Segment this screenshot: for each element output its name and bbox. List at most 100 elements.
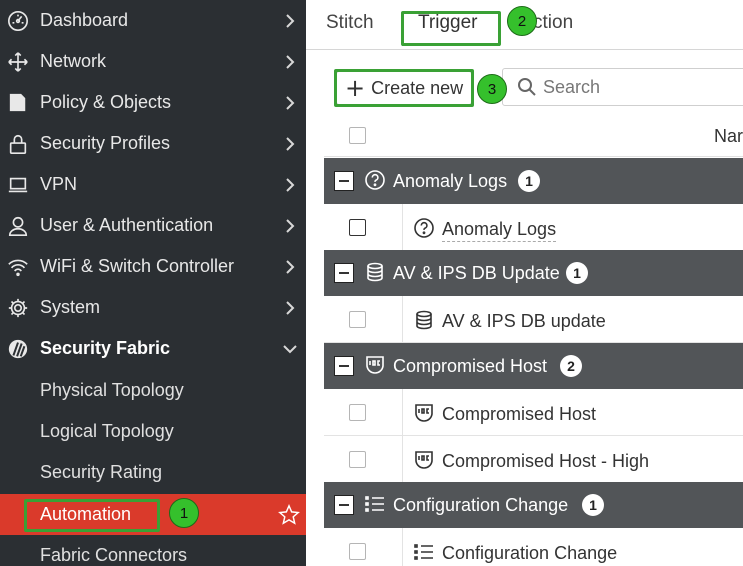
sub-item-label: Security Rating: [40, 462, 163, 482]
column-divider: [402, 296, 403, 343]
nav-item-network[interactable]: Network: [0, 41, 306, 82]
row-label[interactable]: Configuration Change: [442, 543, 617, 564]
network-move-icon: [6, 50, 30, 74]
group-label: Anomaly Logs: [393, 171, 508, 191]
create-new-label: Create new: [371, 77, 464, 98]
nav-item-security-profiles[interactable]: Security Profiles: [0, 123, 306, 164]
ioc-shield-icon: [413, 402, 435, 424]
tab-active-indicator: [402, 43, 500, 46]
nav-item-wifi-switch[interactable]: WiFi & Switch Controller: [0, 246, 306, 287]
nav-item-security-fabric[interactable]: Security Fabric: [0, 328, 306, 369]
gear-icon: [6, 296, 30, 320]
nav-label: Network: [40, 51, 107, 71]
callout-badge: 2: [507, 6, 537, 36]
tab-action[interactable]: ction: [533, 12, 573, 34]
chevron-down-icon: [282, 341, 298, 357]
collapse-toggle[interactable]: [334, 356, 354, 376]
row-label[interactable]: Compromised Host - High: [442, 451, 649, 472]
group-row-compromised-host[interactable]: Compromised Host 2: [324, 343, 743, 389]
group-row-anomaly-logs[interactable]: Anomaly Logs 1: [324, 158, 743, 204]
tab-trigger[interactable]: Trigger: [418, 12, 477, 34]
sub-item-automation[interactable]: Automation: [0, 494, 306, 535]
ioc-shield-icon: [364, 354, 386, 376]
nav-label: Security Fabric: [40, 338, 171, 358]
user-icon: [6, 214, 30, 238]
row-label[interactable]: AV & IPS DB update: [442, 311, 606, 332]
collapse-toggle[interactable]: [334, 495, 354, 515]
count-badge: 1: [518, 170, 540, 192]
column-divider: [402, 528, 403, 566]
create-new-button[interactable]: + Create new: [336, 71, 472, 105]
nav-item-system[interactable]: System: [0, 287, 306, 328]
nav-item-vpn[interactable]: VPN: [0, 164, 306, 205]
column-divider: [402, 204, 403, 251]
row-label[interactable]: Anomaly Logs: [442, 219, 557, 242]
sub-item-fabric-connectors[interactable]: Fabric Connectors: [0, 535, 306, 566]
lock-icon: [6, 132, 30, 156]
laptop-icon: [6, 173, 30, 197]
chevron-right-icon: [282, 300, 298, 316]
chevron-right-icon: [282, 259, 298, 275]
database-icon: [364, 261, 386, 283]
column-divider: [402, 436, 403, 483]
row-checkbox[interactable]: [349, 219, 366, 236]
collapse-toggle[interactable]: [334, 263, 354, 283]
table-row[interactable]: Compromised Host - High: [324, 436, 743, 483]
collapse-toggle[interactable]: [334, 171, 354, 191]
wifi-icon: [6, 255, 30, 279]
dashboard-icon: [6, 9, 30, 33]
tab-stitch[interactable]: Stitch: [326, 12, 374, 34]
nav-item-dashboard[interactable]: Dashboard: [0, 0, 306, 41]
nav-label: Dashboard: [40, 10, 129, 30]
table-row[interactable]: Anomaly Logs: [324, 204, 743, 251]
chevron-right-icon: [282, 13, 298, 29]
sub-item-physical-topology[interactable]: Physical Topology: [0, 370, 306, 411]
chevron-right-icon: [282, 177, 298, 193]
nav-label: WiFi & Switch Controller: [40, 256, 235, 276]
sub-item-label: Automation: [40, 504, 132, 524]
policy-icon: [6, 91, 30, 115]
row-label[interactable]: Compromised Host: [442, 404, 596, 425]
search-input[interactable]: [543, 75, 743, 99]
plus-icon: +: [345, 74, 366, 102]
count-badge: 1: [566, 262, 588, 284]
search-box[interactable]: [502, 68, 743, 106]
toolbar: + Create new 3: [306, 50, 743, 120]
nav-item-user-authentication[interactable]: User & Authentication: [0, 205, 306, 246]
callout-badge: 3: [477, 74, 507, 104]
group-row-av-ips-db-update[interactable]: AV & IPS DB Update 1: [324, 250, 743, 296]
table-row[interactable]: Compromised Host: [324, 389, 743, 436]
question-circle-icon: [413, 217, 435, 239]
nav-label: VPN: [40, 174, 78, 194]
nav-label: Security Profiles: [40, 133, 171, 153]
callout-badge: 1: [169, 498, 199, 528]
tab-bar: Stitch Trigger ction 2: [306, 0, 743, 50]
list-icon: [413, 541, 435, 563]
row-checkbox[interactable]: [349, 451, 366, 468]
chevron-right-icon: [282, 136, 298, 152]
star-icon[interactable]: [278, 504, 300, 526]
group-row-configuration-change[interactable]: Configuration Change 1: [324, 482, 743, 528]
chevron-right-icon: [282, 218, 298, 234]
question-circle-icon: [364, 169, 386, 191]
sidebar: Dashboard Network Policy & Objects Secur…: [0, 0, 306, 566]
sub-item-security-rating[interactable]: Security Rating: [0, 452, 306, 493]
row-checkbox[interactable]: [349, 404, 366, 421]
nav-item-policy-objects[interactable]: Policy & Objects: [0, 82, 306, 123]
row-checkbox[interactable]: [349, 543, 366, 560]
table-row[interactable]: Configuration Change: [324, 528, 743, 566]
sub-item-logical-topology[interactable]: Logical Topology: [0, 411, 306, 452]
select-all-checkbox[interactable]: [349, 127, 366, 144]
column-divider: [402, 389, 403, 436]
database-icon: [413, 309, 435, 331]
sub-item-label: Physical Topology: [40, 380, 184, 400]
table-row[interactable]: AV & IPS DB update: [324, 296, 743, 343]
row-checkbox[interactable]: [349, 311, 366, 328]
group-label: Compromised Host: [393, 356, 548, 376]
column-header-name[interactable]: Nar: [714, 126, 743, 147]
count-badge: 2: [560, 355, 582, 377]
nav-label: User & Authentication: [40, 215, 214, 235]
group-label: AV & IPS DB Update: [393, 263, 560, 283]
table-header: Nar: [324, 115, 743, 157]
sub-item-label: Logical Topology: [40, 421, 174, 441]
